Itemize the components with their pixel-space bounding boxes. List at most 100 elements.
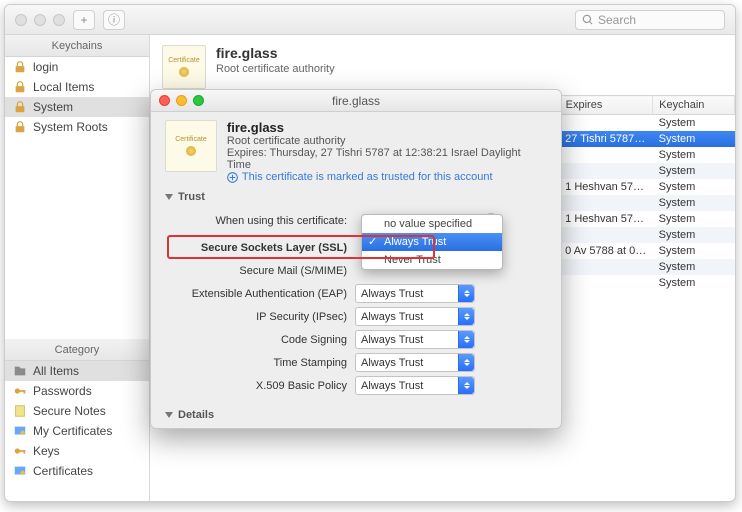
cert-authority-line: Root certificate authority xyxy=(216,63,335,75)
trust-select-value: Always Trust xyxy=(361,380,423,392)
trust-row-label: Code Signing xyxy=(165,334,355,346)
cell-keychain: System xyxy=(653,259,735,275)
dialog-certificate-icon: Certificate xyxy=(165,120,217,172)
dialog-cert-expires: Expires: Thursday, 27 Tishri 5787 at 12:… xyxy=(227,147,547,171)
sidebar-category-item[interactable]: Keys xyxy=(5,441,149,461)
sidebar-item-label: Local Items xyxy=(33,80,94,94)
disclosure-down-icon xyxy=(165,194,173,200)
minimize-window-icon[interactable] xyxy=(34,14,46,26)
sidebar-keychain-item[interactable]: System xyxy=(5,97,149,117)
certificate-icon: Certificate xyxy=(162,45,206,89)
trust-row-label: Secure Mail (S/MIME) xyxy=(165,265,355,277)
sidebar-category-item[interactable]: All Items xyxy=(5,361,149,381)
search-input[interactable]: Search xyxy=(575,10,725,30)
trust-section-header[interactable]: Trust xyxy=(165,191,547,203)
cell-keychain: System xyxy=(653,163,735,179)
cell-expires xyxy=(559,147,653,163)
trust-row-label: Time Stamping xyxy=(165,357,355,369)
dialog-title: fire.glass xyxy=(332,94,380,108)
trust-lead-label: When using this certificate: xyxy=(165,215,355,227)
plus-badge-icon xyxy=(227,172,238,183)
lock-icon xyxy=(13,80,27,94)
lock-icon xyxy=(13,60,27,74)
key-icon xyxy=(13,384,27,398)
trust-select-value: Always Trust xyxy=(361,357,423,369)
col-expires[interactable]: Expires xyxy=(559,96,653,115)
sidebar-item-label: login xyxy=(33,60,58,74)
main-titlebar: + ⓘ Search xyxy=(5,5,735,35)
sidebar-keychain-item[interactable]: Local Items xyxy=(5,77,149,97)
sidebar-category-item[interactable]: Passwords xyxy=(5,381,149,401)
disclosure-down-icon xyxy=(165,412,173,418)
trust-select[interactable]: Always Trust xyxy=(355,376,475,395)
cell-keychain: System xyxy=(653,227,735,243)
close-window-icon[interactable] xyxy=(15,14,27,26)
trust-select[interactable]: Always Trust xyxy=(355,284,475,303)
dropdown-option[interactable]: no value specified xyxy=(362,215,502,233)
sidebar-item-label: Certificates xyxy=(33,464,93,478)
col-keychain[interactable]: Keychain xyxy=(653,96,735,115)
keychain-access-window: + ⓘ Search Keychains login Local Items Sys… xyxy=(4,4,736,502)
trust-select[interactable]: Always Trust xyxy=(355,307,475,326)
cell-keychain: System xyxy=(653,115,735,132)
dialog-cert-authority: Root certificate authority xyxy=(227,135,547,147)
cell-keychain: System xyxy=(653,211,735,227)
lock-icon xyxy=(13,100,27,114)
dialog-titlebar: fire.glass xyxy=(151,90,561,112)
trust-row-label: IP Security (IPsec) xyxy=(165,311,355,323)
trust-dropdown-menu[interactable]: no value specifiedAlways TrustNever Trus… xyxy=(361,214,503,270)
dialog-cert-name: fire.glass xyxy=(227,120,547,135)
cell-keychain: System xyxy=(653,195,735,211)
dialog-cert-trusted: This certificate is marked as trusted fo… xyxy=(227,171,547,183)
cell-expires: 27 Tishri 5787 at 12:38:21 xyxy=(559,131,653,147)
sidebar-item-label: System Roots xyxy=(33,120,108,134)
add-button[interactable]: + xyxy=(73,10,95,30)
dialog-zoom-icon[interactable] xyxy=(193,95,204,106)
dialog-minimize-icon[interactable] xyxy=(176,95,187,106)
trust-row-label: Extensible Authentication (EAP) xyxy=(165,288,355,300)
details-section-header[interactable]: Details xyxy=(165,409,547,421)
zoom-window-icon[interactable] xyxy=(53,14,65,26)
sidebar-item-label: Passwords xyxy=(33,384,92,398)
sidebar-category-item[interactable]: My Certificates xyxy=(5,421,149,441)
dropdown-option[interactable]: Never Trust xyxy=(362,251,502,269)
subject-name-header: Subject Name xyxy=(165,427,295,428)
certificate-dialog: fire.glass Certificate fire.glass Root c… xyxy=(150,89,562,429)
sidebar-item-label: System xyxy=(33,100,73,114)
dialog-close-icon[interactable] xyxy=(159,95,170,106)
cell-expires: 0 Av 5788 at 02:59:59 xyxy=(559,243,653,259)
cell-expires xyxy=(559,259,653,275)
search-placeholder: Search xyxy=(598,13,636,27)
trust-select-value: Always Trust xyxy=(361,311,423,323)
cell-keychain: System xyxy=(653,243,735,259)
cell-expires xyxy=(559,115,653,132)
keychains-header: Keychains xyxy=(5,35,149,57)
cell-keychain: System xyxy=(653,179,735,195)
cell-expires xyxy=(559,163,653,179)
sidebar-item-label: Keys xyxy=(33,444,60,458)
key-icon xyxy=(13,444,27,458)
dropdown-option[interactable]: Always Trust xyxy=(362,233,502,251)
trust-select[interactable]: Always Trust xyxy=(355,330,475,349)
cert-name: fire.glass xyxy=(216,45,335,61)
sidebar-keychain-item[interactable]: System Roots xyxy=(5,117,149,137)
trust-select-value: Always Trust xyxy=(361,334,423,346)
sidebar: Keychains login Local Items System System R… xyxy=(5,35,150,501)
cell-keychain: System xyxy=(653,131,735,147)
sidebar-category-item[interactable]: Certificates xyxy=(5,461,149,481)
window-controls xyxy=(15,14,65,26)
cell-expires xyxy=(559,227,653,243)
trust-select-value: Always Trust xyxy=(361,288,423,300)
sidebar-category-item[interactable]: Secure Notes xyxy=(5,401,149,421)
cell-expires xyxy=(559,275,653,291)
trust-row-label: X.509 Basic Policy xyxy=(165,380,355,392)
cell-expires xyxy=(559,195,653,211)
trust-select[interactable]: Always Trust xyxy=(355,353,475,372)
note-icon xyxy=(13,404,27,418)
sidebar-keychain-item[interactable]: login xyxy=(5,57,149,77)
sidebar-item-label: All Items xyxy=(33,364,79,378)
sidebar-item-label: My Certificates xyxy=(33,424,112,438)
info-button[interactable]: ⓘ xyxy=(103,10,125,30)
cert-icon xyxy=(13,424,27,438)
detail-banner: Certificate fire.glass Root certificate … xyxy=(150,35,735,89)
